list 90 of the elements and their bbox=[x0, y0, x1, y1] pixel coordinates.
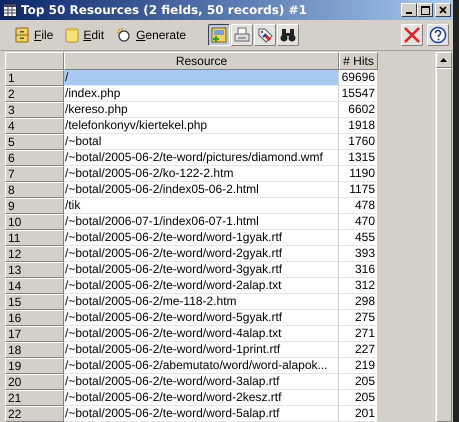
table-cell: /~botal/2005-06-2/ko-122-2.htm bbox=[64, 166, 339, 182]
table-cell: /tik bbox=[64, 198, 339, 214]
help-button[interactable] bbox=[427, 24, 449, 46]
menu-button[interactable]: Edit bbox=[61, 25, 108, 45]
maximize-icon bbox=[420, 6, 430, 14]
toolbar-button[interactable] bbox=[208, 24, 230, 46]
row-number[interactable]: 20 bbox=[5, 374, 64, 390]
table-cell: /~botal/2005-06-2/te-word/word-1gyak.rtf bbox=[64, 230, 339, 246]
table-cell: 69696 bbox=[339, 70, 378, 86]
table-cell: 227 bbox=[339, 342, 378, 358]
table-cell: /kereso.php bbox=[64, 102, 339, 118]
row-number[interactable]: 9 bbox=[5, 198, 64, 214]
table-cell: 205 bbox=[339, 374, 378, 390]
delete-button[interactable] bbox=[401, 24, 423, 46]
table-cell: 6602 bbox=[339, 102, 378, 118]
row-number[interactable]: 14 bbox=[5, 278, 64, 294]
row-number[interactable]: 12 bbox=[5, 246, 64, 262]
printer-icon bbox=[233, 26, 252, 44]
row-number[interactable]: 4 bbox=[5, 118, 64, 134]
table-cell: /~botal bbox=[64, 134, 339, 150]
row-number[interactable]: 7 bbox=[5, 166, 64, 182]
table-cell: /~botal/2005-06-2/te-word/word-2gyak.rtf bbox=[64, 246, 339, 262]
binoculars-icon bbox=[279, 26, 298, 44]
table-cell: 1760 bbox=[339, 134, 378, 150]
scroll-up-button[interactable] bbox=[436, 52, 452, 68]
row-number[interactable]: 21 bbox=[5, 390, 64, 406]
table-cell: /~botal/2005-06-2/te-word/word-4alap.txt bbox=[64, 326, 339, 342]
sparkle-icon bbox=[116, 27, 132, 43]
table-cell: /~botal/2005-06-2/te-word/word-2kesz.rtf bbox=[64, 390, 339, 406]
table-cell: 1918 bbox=[339, 118, 378, 134]
row-number[interactable]: 5 bbox=[5, 134, 64, 150]
row-number[interactable]: 3 bbox=[5, 102, 64, 118]
table-add-icon bbox=[210, 26, 228, 44]
menu-button[interactable]: File bbox=[10, 25, 58, 45]
table-cell: 393 bbox=[339, 246, 378, 262]
row-number[interactable]: 2 bbox=[5, 86, 64, 102]
row-number[interactable]: 16 bbox=[5, 310, 64, 326]
table-cell: 1175 bbox=[339, 182, 378, 198]
minimize-button[interactable] bbox=[401, 3, 417, 17]
table-cell: 205 bbox=[339, 390, 378, 406]
table-cell: /~botal/2005-06-2/te-word/word-1print.rtf bbox=[64, 342, 339, 358]
table-cell: /~botal/2005-06-2/te-word/word-5gyak.rtf bbox=[64, 310, 339, 326]
row-number[interactable]: 22 bbox=[5, 406, 64, 422]
menu-button[interactable]: Generate bbox=[112, 25, 190, 45]
table-cell: 316 bbox=[339, 262, 378, 278]
table-cell: / bbox=[64, 70, 339, 86]
table-cell: /telefonkonyv/kiertekel.php bbox=[64, 118, 339, 134]
table-cell: 470 bbox=[339, 214, 378, 230]
table-cell: /~botal/2005-06-2/index05-06-2.html bbox=[64, 182, 339, 198]
table-cell: 15547 bbox=[339, 86, 378, 102]
row-number[interactable]: 1 bbox=[5, 70, 64, 86]
tag-icon bbox=[256, 26, 274, 44]
row-number[interactable]: 19 bbox=[5, 358, 64, 374]
close-icon bbox=[439, 6, 447, 14]
table-cell: 219 bbox=[339, 358, 378, 374]
table-cell: 298 bbox=[339, 294, 378, 310]
table-cell: /~botal/2005-06-2/te-word/pictures/diamond.wmf bbox=[64, 150, 339, 166]
table-cell: 312 bbox=[339, 278, 378, 294]
table-cell: /~botal/2005-06-2/abemutato/word/word-alapok... bbox=[64, 358, 339, 374]
table-cell: 1190 bbox=[339, 166, 378, 182]
close-button[interactable] bbox=[435, 3, 451, 17]
row-number[interactable]: 11 bbox=[5, 230, 64, 246]
row-number[interactable]: 6 bbox=[5, 150, 64, 166]
column-header[interactable]: # Hits bbox=[339, 52, 378, 70]
table-cell: /~botal/2005-06-2/te-word/word-2alap.txt bbox=[64, 278, 339, 294]
table-cell: 271 bbox=[339, 326, 378, 342]
table-cell: 455 bbox=[339, 230, 378, 246]
table-cell: /~botal/2005-06-2/te-word/word-3alap.rtf bbox=[64, 374, 339, 390]
window-title: Top 50 Resources (2 fields, 50 records) #1 bbox=[21, 3, 307, 17]
table-cell: /~botal/2005-06-2/te-word/word-3gyak.rtf bbox=[64, 262, 339, 278]
table-cell: /~botal/2005-06-2/me-118-2.htm bbox=[64, 294, 339, 310]
clipboard-icon bbox=[65, 27, 80, 43]
row-number[interactable]: 17 bbox=[5, 326, 64, 342]
table-cell: 1315 bbox=[339, 150, 378, 166]
table-cell: /~botal/2006-07-1/index06-07-1.html bbox=[64, 214, 339, 230]
row-number[interactable]: 15 bbox=[5, 294, 64, 310]
row-number[interactable]: 10 bbox=[5, 214, 64, 230]
column-header[interactable]: Resource bbox=[64, 52, 339, 70]
up-arrow-icon bbox=[440, 58, 447, 62]
table-cell: /~botal/2005-06-2/te-word/word-5alap.rtf bbox=[64, 406, 339, 422]
maximize-button[interactable] bbox=[417, 3, 433, 17]
row-number[interactable]: 18 bbox=[5, 342, 64, 358]
table-cell: 201 bbox=[339, 406, 378, 422]
cabinet-icon bbox=[14, 27, 30, 43]
row-number[interactable]: 13 bbox=[5, 262, 64, 278]
table-cell: 478 bbox=[339, 198, 378, 214]
table-cell: 275 bbox=[339, 310, 378, 326]
row-number[interactable]: 8 bbox=[5, 182, 64, 198]
table-icon bbox=[3, 3, 17, 17]
table-cell: /index.php bbox=[64, 86, 339, 102]
